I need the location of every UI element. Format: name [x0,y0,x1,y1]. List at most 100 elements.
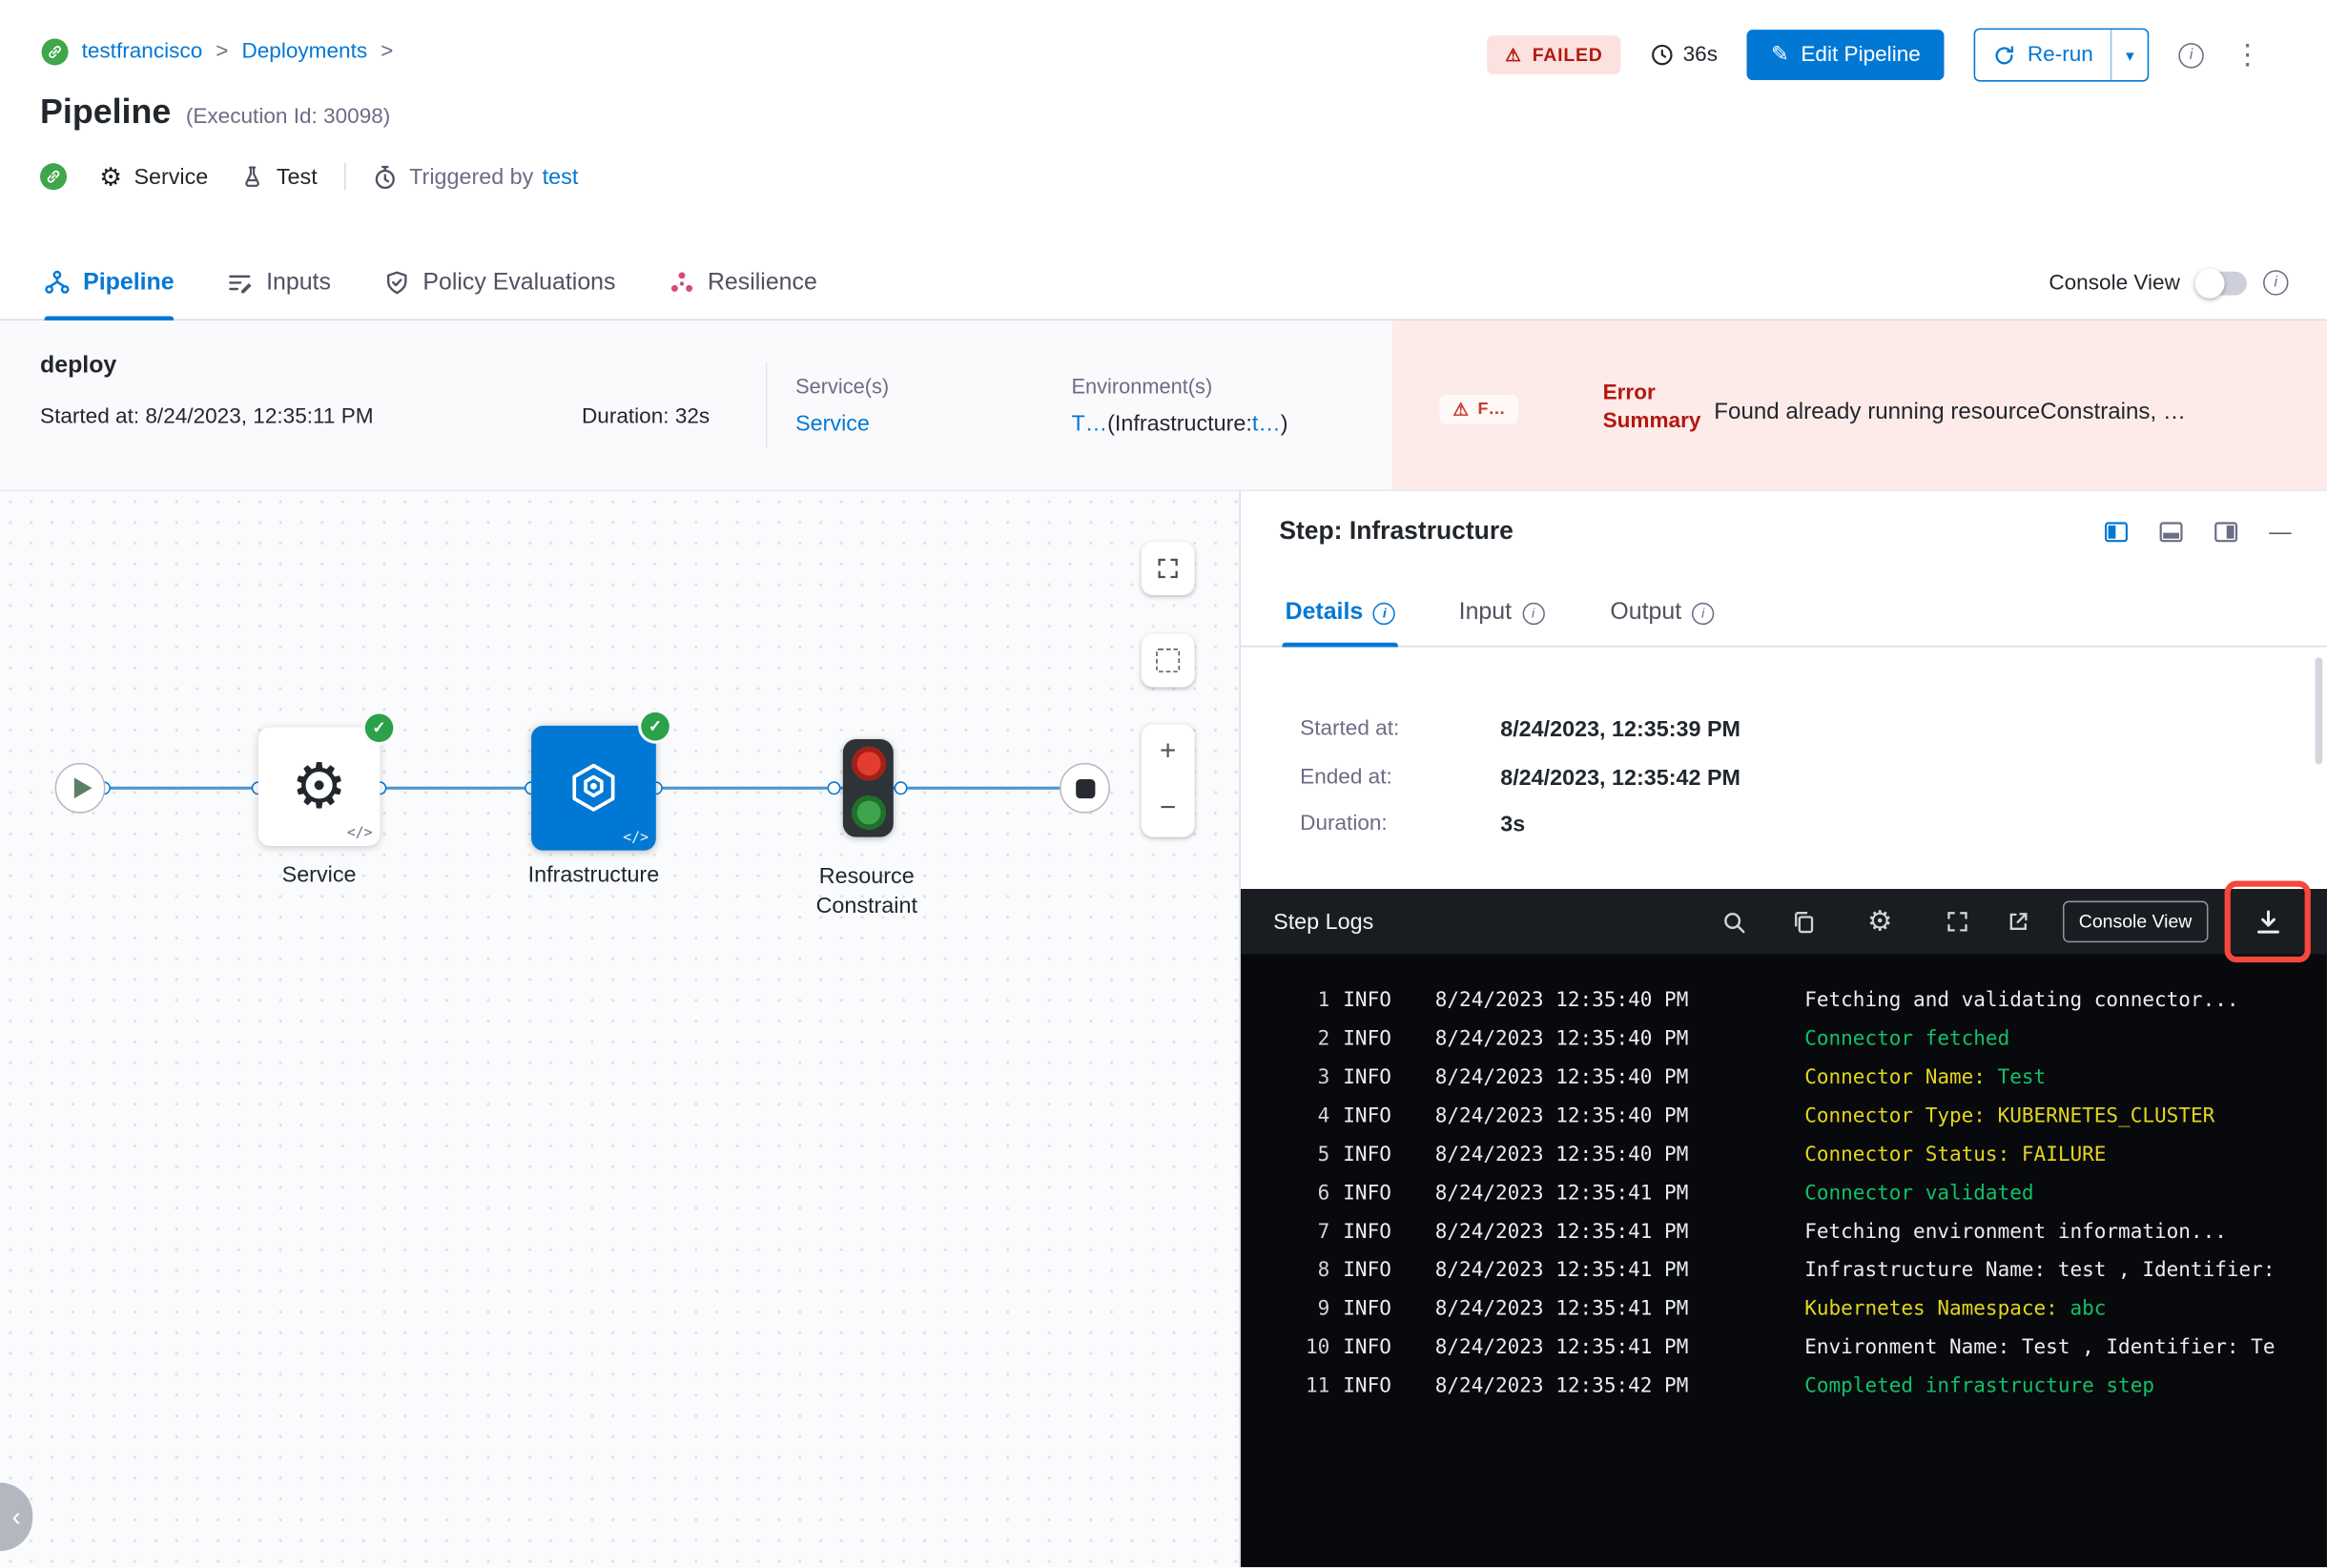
policy-shield-icon [386,271,407,295]
expand-icon [1158,558,1178,579]
log-search-icon[interactable] [1721,908,1748,935]
tab-input[interactable]: Input i [1459,580,1545,645]
execution-id: (Execution Id: 30098) [185,105,391,130]
log-line: 3 INFO 8/24/2023 12:35:40 PM Connector Name… [1317,1065,2047,1090]
tab-output[interactable]: Output i [1610,580,1715,645]
layout-bottom-icon[interactable] [2159,521,2183,543]
ended-at-label: Ended at: [1300,765,1392,790]
minimize-panel-icon[interactable]: — [2269,521,2291,543]
error-summary-message: Found already running resourceConstrains… [1714,399,2187,425]
rerun-label: Re-run [2027,43,2093,68]
zoom-in-button[interactable]: + [1142,724,1195,780]
stage-name: deploy [40,353,117,379]
kebab-menu-icon[interactable]: ⋮ [2234,41,2262,70]
step-panel-tabs: Details i Input i Output i [1240,580,2327,648]
environment-link[interactable]: T… [1072,411,1108,436]
log-copy-icon[interactable] [1791,908,1818,935]
play-icon [73,777,92,799]
duration-value: 3s [1500,812,1526,837]
triggered-by-user[interactable]: test [543,164,579,189]
rerun-dropdown-caret[interactable]: ▾ [2111,30,2148,81]
tab-resilience[interactable]: Resilience [669,246,817,319]
input-info-icon[interactable]: i [1521,601,1545,625]
pipeline-canvas[interactable]: ⚙ ✓ </> Service ✓ </> Infrastructure Res… [0,491,1240,1568]
refresh-icon [1995,45,2014,64]
warning-icon: ⚠ [1452,399,1470,421]
traffic-light-green [851,795,886,830]
panel-collapse-handle[interactable]: ‹ [0,1482,33,1552]
log-line: 5 INFO 8/24/2023 12:35:40 PM Connector Stat… [1317,1143,2107,1167]
log-line: 7 INFO 8/24/2023 12:35:41 PM Fetching envir… [1317,1220,2227,1245]
tab-policy-label: Policy Evaluations [422,269,616,295]
breadcrumb-project[interactable]: testfrancisco [82,40,203,64]
environments-value: T…(Infrastructure:t…) [1072,411,1288,436]
breadcrumb-deployments[interactable]: Deployments [241,40,367,64]
resilience-icon [669,270,693,295]
rerun-button[interactable]: Re-run ▾ [1973,28,2150,82]
tab-inputs[interactable]: Inputs [228,246,331,319]
breadcrumb-separator: > [381,40,394,64]
canvas-zoom-control: + − [1141,724,1195,837]
log-open-external-icon[interactable] [2005,908,2031,935]
scrollbar-thumb[interactable] [2315,657,2323,765]
tab-details[interactable]: Details i [1282,580,1400,648]
download-icon [2256,909,2279,933]
page-header: testfrancisco > Deployments > ⚠ FAILED 3… [0,0,2327,247]
started-at-value: 8/24/2023, 12:35:39 PM [1500,716,1740,743]
log-line: 11 INFO 8/24/2023 12:35:42 PM Completed inf… [1305,1373,2154,1398]
warning-icon: ⚠ [1505,44,1522,66]
edit-pipeline-button[interactable]: ✎ Edit Pipeline [1747,30,1945,81]
code-icon: </> [623,829,649,846]
node-infrastructure[interactable]: ✓ </> [531,712,669,851]
duration-label: Duration: [1300,812,1388,836]
status-badge: ⚠ FAILED [1487,35,1621,74]
infrastructure-hexagon-icon [572,763,615,812]
tab-policy-evaluations[interactable]: Policy Evaluations [384,246,616,319]
output-info-icon[interactable]: i [1692,601,1715,625]
log-download-button[interactable] [2224,880,2311,963]
canvas-fit-view-button[interactable] [1141,541,1195,595]
execution-tabbar: Pipeline Inputs Policy Evaluations Resil… [0,246,2327,321]
layout-left-icon[interactable] [2105,521,2129,543]
layout-right-icon[interactable] [2214,521,2238,543]
service-tag[interactable]: Service [134,164,208,189]
log-line: 8 INFO 8/24/2023 12:35:41 PM Infrastructure… [1317,1258,2276,1283]
environment-infra-label: (Infrastructure: [1107,411,1252,437]
error-summary-block: ⚠ F… Error Summary Found already running… [1391,320,2327,490]
console-view-toggle[interactable] [2194,267,2247,298]
test-tag[interactable]: Test [277,164,318,189]
node-service[interactable]: ⚙ ✓ </> [257,713,394,846]
infrastructure-link[interactable]: t… [1252,411,1281,436]
canvas-marquee-select-button[interactable] [1141,633,1195,688]
triggered-by-label: Triggered by [409,163,534,190]
rerun-main[interactable]: Re-run [1975,30,2111,80]
zoom-out-button[interactable]: − [1142,781,1195,837]
divider [765,361,768,448]
gear-icon: ⚙ [291,751,347,821]
success-check-icon: ✓ [641,712,669,741]
pencil-icon: ✎ [1771,43,1789,68]
header-info-icon[interactable]: i [2178,42,2204,68]
details-info-icon[interactable]: i [1373,601,1396,625]
started-at-label: Started at: [1300,716,1400,741]
services-value-link[interactable]: Service [795,411,870,436]
tab-pipeline[interactable]: Pipeline [44,246,175,321]
marquee-icon [1156,649,1181,672]
log-fullscreen-icon[interactable] [1944,908,1970,935]
error-summary-label: Error Summary [1602,381,1701,434]
edit-pipeline-label: Edit Pipeline [1801,43,1921,68]
stopwatch-icon [372,164,397,189]
log-settings-icon[interactable]: ⚙ [1866,908,1893,937]
tab-details-label: Details [1285,599,1364,626]
step-logs-header: Step Logs ⚙ Console View [1240,880,2327,963]
edge-connector-dot [827,781,841,795]
log-lines[interactable]: 1 INFO 8/24/2023 12:35:40 PM Fetching and v… [1241,955,2327,1406]
node-resource-constraint[interactable] [842,738,894,837]
success-check-icon: ✓ [364,713,394,743]
panel-layout-controls: — [2105,521,2292,544]
log-console-view-button[interactable]: Console View [2062,900,2209,943]
console-view-info-icon[interactable]: i [2263,270,2289,296]
end-node[interactable] [1060,762,1110,814]
cd-module-icon [40,163,68,191]
start-node[interactable] [54,762,106,814]
